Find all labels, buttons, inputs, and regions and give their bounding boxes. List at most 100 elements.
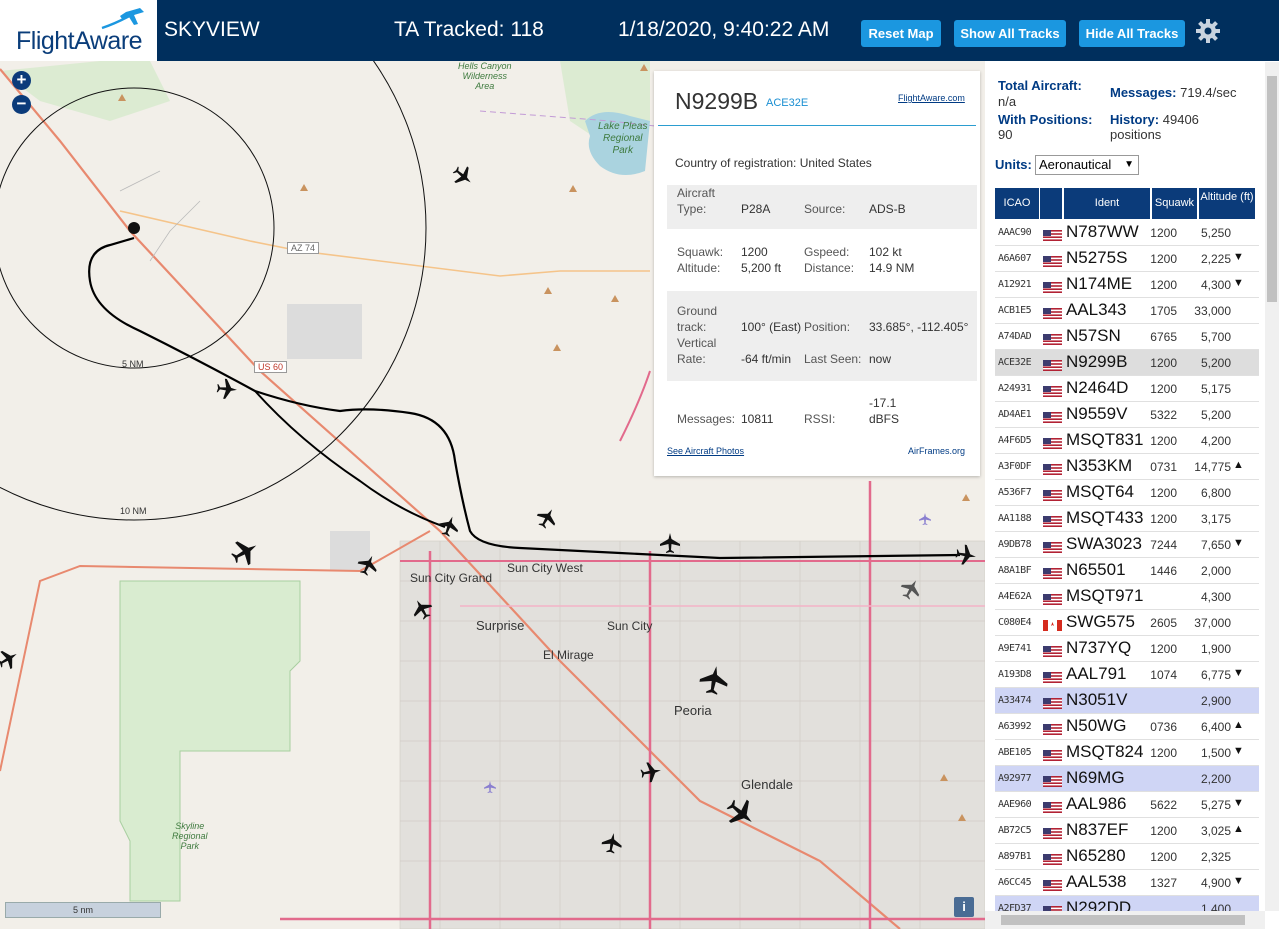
position-label: Position:	[804, 320, 851, 334]
table-row[interactable]: A536F7 MSQT64 1200 6,800	[995, 480, 1259, 506]
table-row[interactable]: A3F0DF N353KM 0731 14,775 ▲	[995, 454, 1259, 480]
table-row[interactable]: A8A1BF N65501 1446 2,000	[995, 558, 1259, 584]
row-icao: A193D8	[998, 669, 1032, 680]
row-ident: N3051V	[1066, 690, 1128, 709]
chevron-down-icon: ▼	[1124, 159, 1134, 170]
hide-all-tracks-button[interactable]: Hide All Tracks	[1079, 20, 1185, 47]
vertical-scrollbar[interactable]	[1265, 62, 1279, 911]
row-altitude: 6,400	[1200, 720, 1231, 734]
row-squawk: 0736	[1150, 720, 1177, 734]
vertical-rate-value: -64 ft/min	[741, 352, 792, 366]
table-row[interactable]: AA1188 MSQT433 1200 3,175	[995, 506, 1259, 532]
table-row[interactable]: ABE105 MSQT824 1200 1,500 ▼	[995, 740, 1259, 766]
map-info-button[interactable]: i	[954, 897, 974, 917]
row-icao: A3F0DF	[998, 461, 1032, 472]
table-row[interactable]: ACB1E5 AAL343 1705 33,000	[995, 298, 1259, 324]
table-row[interactable]: A9E741 N737YQ 1200 1,900	[995, 636, 1259, 662]
table-row[interactable]: AAAC90 N787WW 1200 5,250	[995, 220, 1259, 246]
flightaware-link[interactable]: FlightAware.com	[898, 93, 965, 103]
squawk-value: 1200	[741, 245, 768, 259]
table-row[interactable]: A92977 N69MG 2,200	[995, 766, 1259, 792]
row-ident: N65280	[1066, 846, 1126, 865]
us-flag-icon	[1043, 774, 1062, 787]
table-row[interactable]: A6CC45 AAL538 1327 4,900 ▼	[995, 870, 1259, 896]
row-altitude: 5,700	[1200, 330, 1231, 344]
total-aircraft-value: n/a	[998, 94, 1017, 109]
country-of-registration: Country of registration: United States	[675, 156, 872, 170]
aircraft-icon[interactable]	[448, 161, 478, 191]
current-datetime: 1/18/2020, 9:40:22 AM	[618, 18, 830, 41]
table-row[interactable]: A193D8 AAL791 1074 6,775 ▼	[995, 662, 1259, 688]
row-altitude: 7,650	[1200, 538, 1231, 552]
col-icao[interactable]: ICAO	[995, 188, 1039, 219]
row-ident: N9299B	[1066, 352, 1128, 371]
horizontal-scrollbar[interactable]	[985, 911, 1265, 929]
table-row[interactable]: A897B1 N65280 1200 2,325	[995, 844, 1259, 870]
col-ident[interactable]: Ident	[1064, 188, 1150, 219]
ground-track-label: Ground track:	[677, 304, 718, 334]
table-row[interactable]: A74DAD N57SN 6765 5,700	[995, 324, 1259, 350]
aircraft-icon[interactable]	[0, 645, 22, 673]
row-altitude: 6,775	[1200, 668, 1231, 682]
aircraft-icon[interactable]	[408, 595, 436, 623]
row-squawk: 1200	[1150, 252, 1177, 266]
rssi-label: RSSI:	[804, 412, 836, 426]
aircraft-icon[interactable]	[216, 378, 238, 400]
table-row[interactable]: A4F6D5 MSQT831 1200 4,200	[995, 428, 1259, 454]
canada-flag-icon	[1043, 618, 1062, 631]
table-row[interactable]: C080E4 SWG575 2605 37,000	[995, 610, 1259, 636]
table-row[interactable]: AD4AE1 N9559V 5322 5,200	[995, 402, 1259, 428]
aircraft-icon[interactable]	[533, 504, 561, 532]
table-row[interactable]: AAE960 AAL986 5622 5,275 ▼	[995, 792, 1259, 818]
row-squawk: 1200	[1150, 226, 1177, 240]
row-icao: A4E62A	[998, 591, 1032, 602]
col-altitude[interactable]: Altitude (ft)	[1199, 188, 1255, 219]
table-row[interactable]: A12921 N174ME 1200 4,300 ▼	[995, 272, 1259, 298]
units-select[interactable]: Aeronautical ▼	[1035, 155, 1139, 175]
us-flag-icon	[1043, 384, 1062, 397]
table-row[interactable]: A63992 N50WG 0736 6,400 ▲	[995, 714, 1259, 740]
row-ident: N837EF	[1066, 820, 1129, 839]
row-ident: N737YQ	[1066, 638, 1132, 657]
scroll-thumb[interactable]	[1267, 76, 1277, 302]
aircraft-icon[interactable]	[600, 831, 624, 855]
row-icao: ACB1E5	[998, 305, 1032, 316]
table-row[interactable]: ACE32E N9299B 1200 5,200	[995, 350, 1259, 376]
table-row[interactable]: A24931 N2464D 1200 5,175	[995, 376, 1259, 402]
popup-hex: ACE32E	[766, 97, 809, 109]
row-squawk: 1200	[1150, 642, 1177, 656]
aircraft-icon[interactable]	[639, 760, 663, 784]
aircraft-icon[interactable]	[436, 513, 462, 539]
aircraft-icon[interactable]	[697, 663, 731, 697]
table-row[interactable]: A6A607 N5275S 1200 2,225 ▼	[995, 246, 1259, 272]
row-altitude: 4,300	[1200, 590, 1231, 604]
us-flag-icon	[1043, 488, 1062, 501]
vertical-rate-label: Vertical Rate:	[677, 336, 717, 366]
row-altitude: 2,325	[1200, 850, 1231, 864]
row-squawk: 1200	[1150, 486, 1177, 500]
col-squawk[interactable]: Squawk	[1152, 188, 1197, 219]
col-flag[interactable]	[1040, 188, 1062, 219]
table-row[interactable]: AB72C5 N837EF 1200 3,025 ▲	[995, 818, 1259, 844]
row-squawk: 1446	[1150, 564, 1177, 578]
aircraft-icon[interactable]	[897, 575, 925, 603]
aircraft-icon[interactable]	[354, 551, 382, 579]
gear-icon[interactable]	[1195, 18, 1221, 44]
row-ident: MSQT971	[1066, 586, 1144, 605]
airframes-link[interactable]: AirFrames.org	[908, 446, 965, 456]
table-row[interactable]: A33474 N3051V 2,900	[995, 688, 1259, 714]
row-squawk: 1200	[1150, 850, 1177, 864]
aircraft-photos-link[interactable]: See Aircraft Photos	[667, 446, 744, 456]
row-icao: A4F6D5	[998, 435, 1032, 446]
reset-map-button[interactable]: Reset Map	[861, 20, 941, 47]
row-icao: A24931	[998, 383, 1032, 394]
aircraft-icon[interactable]	[660, 533, 680, 553]
selected-aircraft-icon[interactable]	[954, 543, 978, 567]
aircraft-icon[interactable]	[721, 793, 761, 833]
scroll-thumb[interactable]	[1001, 915, 1245, 925]
show-all-tracks-button[interactable]: Show All Tracks	[954, 20, 1066, 47]
table-row[interactable]: A9DB78 SWA3023 7244 7,650 ▼	[995, 532, 1259, 558]
flightaware-logo[interactable]: FlightAware	[0, 0, 157, 61]
aircraft-icon[interactable]	[227, 534, 263, 570]
table-row[interactable]: A4E62A MSQT971 4,300	[995, 584, 1259, 610]
